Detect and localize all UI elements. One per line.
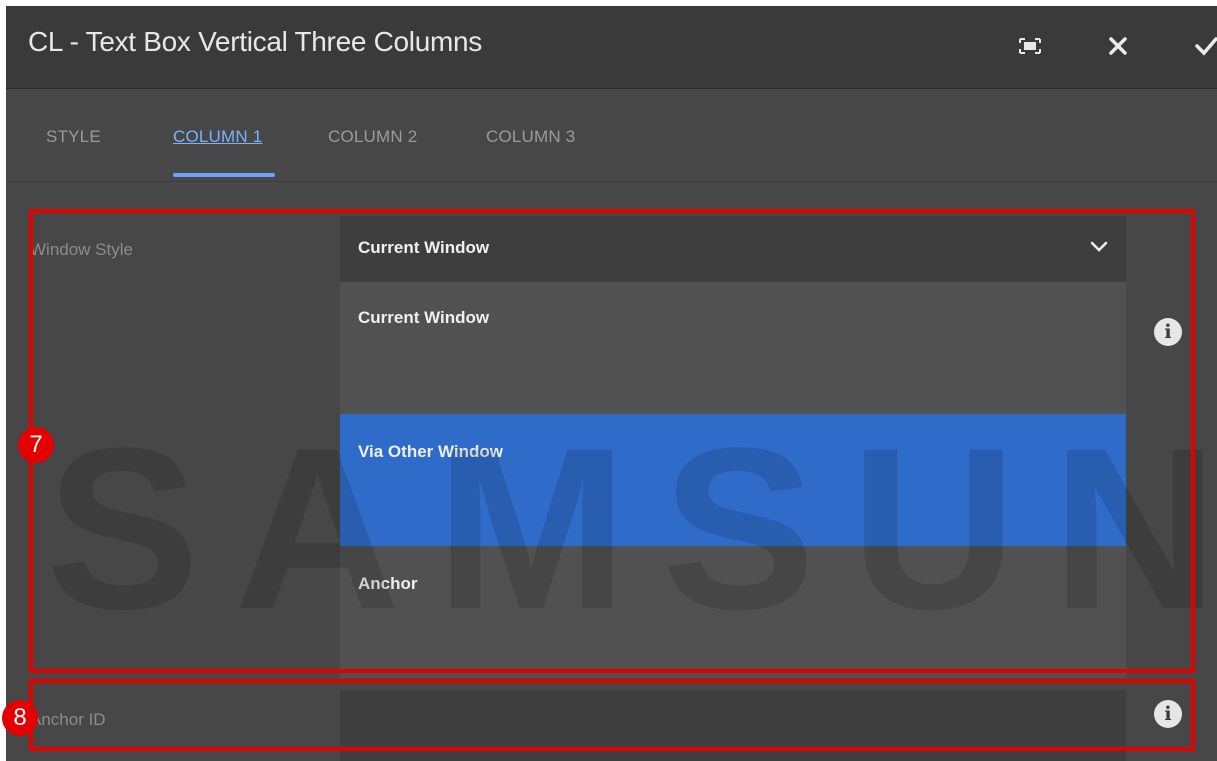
active-tab-indicator (173, 173, 275, 177)
fullscreen-button[interactable] (1010, 28, 1050, 68)
tab-column-2[interactable]: COLUMN 2 (328, 127, 417, 147)
tab-bar: STYLE COLUMN 1 COLUMN 2 COLUMN 3 (6, 89, 1217, 182)
dialog-title: CL - Text Box Vertical Three Columns (28, 26, 482, 57)
check-icon (1194, 36, 1217, 60)
annotation-marker-7: 7 (18, 427, 54, 463)
close-icon (1108, 36, 1128, 60)
close-button[interactable] (1098, 28, 1138, 68)
tab-column-1[interactable]: COLUMN 1 (173, 127, 262, 147)
title-bar: CL - Text Box Vertical Three Columns (6, 6, 1217, 89)
annotation-marker-8: 8 (2, 700, 38, 736)
annotation-box-8 (29, 679, 1195, 751)
fullscreen-icon (1019, 38, 1041, 58)
annotation-box-7 (29, 209, 1195, 673)
tab-column-3[interactable]: COLUMN 3 (486, 127, 575, 147)
tab-style[interactable]: STYLE (46, 127, 101, 147)
confirm-button[interactable] (1186, 28, 1217, 68)
